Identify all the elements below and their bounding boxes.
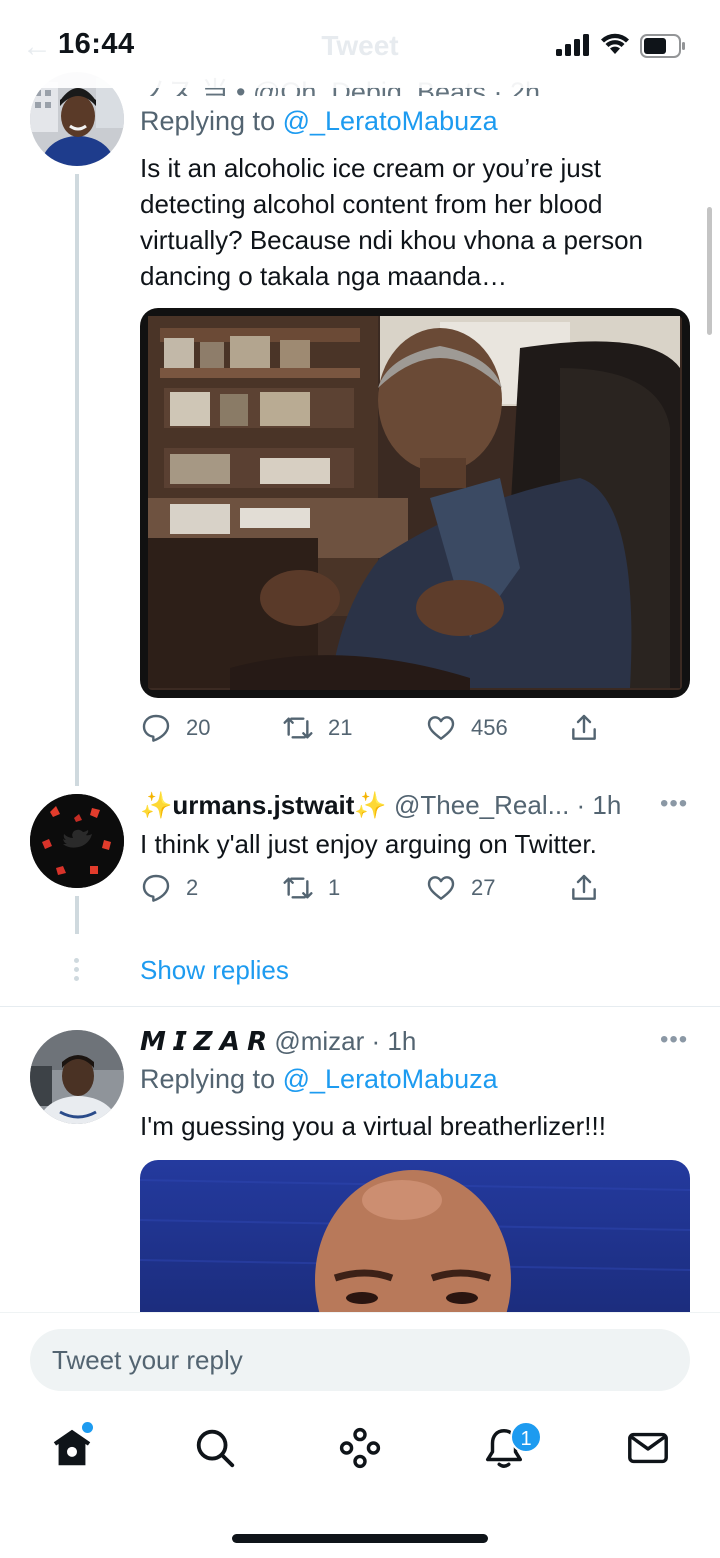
- tab-spaces[interactable]: [337, 1425, 383, 1471]
- timestamp: · 1h: [576, 790, 622, 820]
- tweet-text: I'm guessing you a virtual breatherlizer…: [140, 1111, 606, 1141]
- wifi-icon: [601, 33, 629, 54]
- scrollbar[interactable]: [707, 207, 712, 335]
- heart-icon: [427, 876, 455, 900]
- tweet-text: Is it an alcoholic ice cream or you’re j…: [140, 153, 643, 291]
- username[interactable]: @Thee_Real...: [394, 790, 569, 820]
- thread-continuation-dots: [74, 958, 80, 985]
- avatar[interactable]: [30, 794, 124, 888]
- share-icon: [572, 714, 596, 740]
- timestamp: · 1h: [371, 1026, 417, 1056]
- retweet-button[interactable]: 1: [282, 872, 340, 904]
- notification-badge: 1: [510, 1421, 542, 1453]
- search-icon: [196, 1429, 235, 1468]
- cellular-signal-icon: [556, 34, 589, 56]
- reply-count: 2: [186, 875, 199, 900]
- divider: [0, 1006, 720, 1007]
- reply-input[interactable]: [30, 1329, 690, 1391]
- tweet-header: ✨urmans.jstwait✨ @Thee_Real... · 1h: [140, 790, 621, 821]
- tweet-actions: 20 21 456: [140, 712, 620, 752]
- replying-to: Replying to @_LeratoMabuza: [140, 106, 498, 137]
- battery-icon: [640, 34, 685, 58]
- reply-button[interactable]: 20: [140, 712, 210, 744]
- like-button[interactable]: 456: [425, 712, 508, 744]
- mention-link[interactable]: @_LeratoMabuza: [283, 1064, 498, 1094]
- replying-to: Replying to @_LeratoMabuza: [140, 1064, 498, 1095]
- retweet-count: 1: [328, 875, 341, 900]
- home-indicator[interactable]: [232, 1534, 488, 1543]
- mention-link[interactable]: @_LeratoMabuza: [283, 106, 498, 136]
- status-time: 16:44: [58, 28, 135, 60]
- tweet-actions: 2 1 27: [140, 872, 620, 912]
- avatar[interactable]: [30, 1030, 124, 1124]
- retweet-button[interactable]: 21: [282, 712, 352, 744]
- heart-icon: [427, 716, 455, 740]
- display-name[interactable]: 𝙈 𝙄 𝙕 𝘼 𝙍: [140, 1026, 267, 1056]
- retweet-icon: [283, 877, 313, 899]
- share-button[interactable]: [568, 712, 600, 744]
- share-icon: [572, 874, 596, 900]
- tweet-text: I think y'all just enjoy arguing on Twit…: [140, 829, 597, 859]
- reply-button[interactable]: 2: [140, 872, 198, 904]
- share-button[interactable]: [568, 872, 600, 904]
- new-content-dot: [82, 1422, 93, 1433]
- tweet-image[interactable]: [140, 1160, 690, 1320]
- like-button[interactable]: 27: [425, 872, 495, 904]
- replying-to-label: Replying to: [140, 106, 276, 136]
- reply-icon: [142, 714, 170, 742]
- thread-line: [75, 174, 79, 786]
- tweet-header: 𝙈 𝙄 𝙕 𝘼 𝙍 @mizar · 1h: [140, 1026, 416, 1057]
- like-count: 456: [471, 715, 508, 740]
- spaces-icon: [339, 1427, 381, 1469]
- more-options-icon[interactable]: •••: [660, 790, 688, 818]
- replying-to-label: Replying to: [140, 1064, 276, 1094]
- display-name[interactable]: ✨urmans.jstwait✨: [140, 790, 387, 820]
- tab-messages[interactable]: [625, 1425, 671, 1471]
- tab-search[interactable]: [192, 1425, 238, 1471]
- reply-icon: [142, 874, 170, 902]
- more-options-icon[interactable]: •••: [660, 1026, 688, 1054]
- reply-count: 20: [186, 715, 211, 740]
- status-bar: ← Tweet 16:44: [0, 0, 720, 88]
- retweet-icon: [283, 717, 313, 739]
- messages-icon: [628, 1432, 668, 1464]
- tweet-image[interactable]: [140, 308, 690, 698]
- username[interactable]: @mizar: [274, 1026, 364, 1056]
- thread-line: [75, 896, 79, 934]
- retweet-count: 21: [328, 715, 353, 740]
- like-count: 27: [471, 875, 496, 900]
- show-replies-link[interactable]: Show replies: [140, 955, 289, 986]
- bottom-bar: [0, 1312, 720, 1558]
